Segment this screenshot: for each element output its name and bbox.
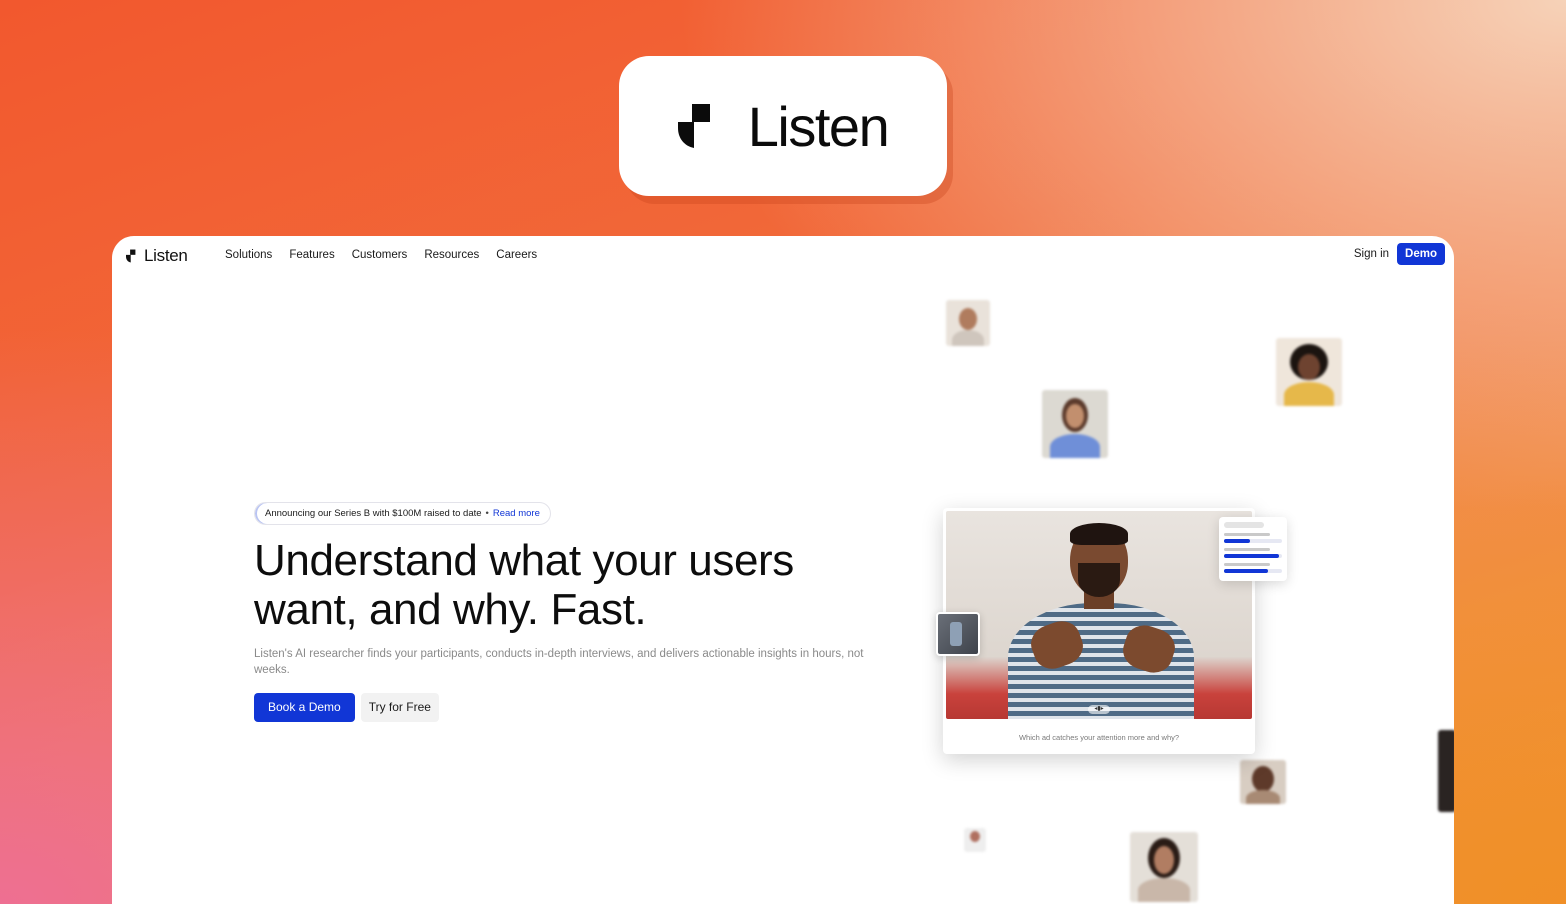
metric-fill (1224, 539, 1251, 543)
interview-video-card[interactable]: ◂▮▸ Which ad catches your attention more… (943, 508, 1255, 754)
announcement-text: Announcing our Series B with $100M raise… (265, 508, 482, 519)
listen-logo-icon (677, 104, 710, 148)
participant-avatar (1276, 338, 1342, 406)
website-window: Listen Solutions Features Customers Reso… (112, 236, 1454, 904)
playback-control-icon[interactable]: ◂▮▸ (1088, 705, 1110, 714)
sign-in-link[interactable]: Sign in (1354, 248, 1389, 260)
nav-link-careers[interactable]: Careers (496, 249, 537, 261)
participant-avatar (1438, 730, 1454, 812)
page-background: Listen Listen Solutions Features Custome… (0, 0, 1566, 904)
nav-link-resources[interactable]: Resources (424, 249, 479, 261)
participant-avatar (1130, 832, 1198, 902)
participant-avatar (1042, 390, 1108, 458)
product-thumbnail[interactable] (936, 612, 980, 656)
nav-link-customers[interactable]: Customers (352, 249, 408, 261)
metrics-tag (1224, 522, 1264, 528)
metric-bar (1224, 539, 1282, 543)
try-free-button[interactable]: Try for Free (360, 693, 439, 722)
nav-logo-text: Listen (144, 246, 188, 265)
nav-link-solutions[interactable]: Solutions (225, 249, 272, 261)
brand-name: Listen (747, 94, 890, 158)
announcement-separator: • (485, 508, 489, 519)
metric-label (1224, 548, 1270, 551)
nav-actions: Sign in Demo (1354, 243, 1445, 265)
nav-link-features[interactable]: Features (289, 249, 334, 261)
nav-logo[interactable]: Listen (126, 246, 188, 266)
metric-fill (1224, 569, 1268, 573)
participant-avatar (964, 828, 986, 852)
interview-video[interactable]: ◂▮▸ (946, 511, 1252, 719)
insights-metrics-card (1219, 517, 1287, 581)
metric-label (1224, 533, 1270, 536)
participant-avatar (946, 300, 990, 346)
top-nav: Listen Solutions Features Customers Reso… (112, 236, 1454, 276)
brand-card: Listen (619, 56, 947, 196)
hero-subtitle: Listen's AI researcher finds your partic… (254, 648, 864, 676)
read-more-link[interactable]: Read more (493, 508, 540, 519)
listen-logo-icon (126, 249, 136, 263)
announcement-banner[interactable]: Announcing our Series B with $100M raise… (254, 502, 551, 525)
metric-label (1224, 563, 1270, 566)
interview-question: Which ad catches your attention more and… (1018, 733, 1180, 742)
metric-fill (1224, 554, 1280, 558)
participant-avatar (1240, 760, 1286, 804)
metric-bar (1224, 554, 1282, 558)
demo-button[interactable]: Demo (1397, 243, 1445, 265)
metric-bar (1224, 569, 1282, 573)
book-demo-button[interactable]: Book a Demo (254, 693, 355, 722)
hero-title: Understand what your users want, and why… (254, 536, 794, 634)
nav-links: Solutions Features Customers Resources C… (225, 249, 537, 261)
cta-row: Book a Demo Try for Free (254, 693, 439, 722)
